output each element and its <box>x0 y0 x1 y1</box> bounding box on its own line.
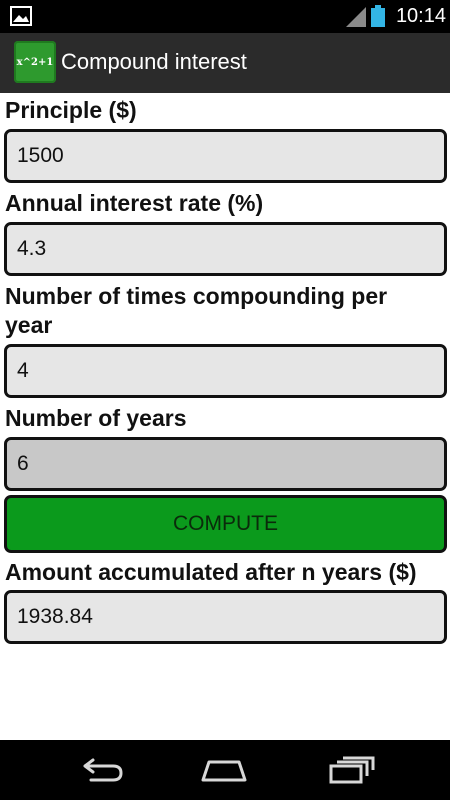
gallery-icon <box>10 6 32 26</box>
app-icon-text: x^2+1 <box>16 56 54 68</box>
recent-apps-icon[interactable] <box>327 754 377 786</box>
battery-icon <box>371 5 385 27</box>
rate-label: Annual interest rate (%) <box>5 190 264 216</box>
rate-input[interactable] <box>7 225 444 273</box>
years-label: Number of years <box>5 405 187 431</box>
times-field[interactable] <box>4 344 447 398</box>
times-input[interactable] <box>7 347 444 395</box>
times-label-line1: Number of times compounding per <box>5 283 388 309</box>
principle-label: Principle ($) <box>5 97 137 123</box>
home-icon[interactable] <box>199 754 249 786</box>
result-field[interactable] <box>4 590 447 644</box>
years-field[interactable] <box>4 437 447 491</box>
app-title: Compound interest <box>61 49 247 74</box>
status-clock: 10:14 <box>395 5 446 27</box>
times-label-line2: year <box>5 312 53 338</box>
app-icon[interactable]: x^2+1 <box>14 41 56 83</box>
rate-field[interactable] <box>4 222 447 276</box>
result-label: Amount accumulated after n years ($) <box>5 559 417 585</box>
result-input[interactable] <box>7 593 444 641</box>
years-input[interactable] <box>7 440 444 488</box>
action-bar: x^2+1 Compound interest <box>0 33 450 93</box>
back-icon[interactable] <box>77 754 127 786</box>
compute-button[interactable]: COMPUTE <box>4 495 447 553</box>
principle-field[interactable] <box>4 129 447 183</box>
signal-icon <box>346 7 366 27</box>
principle-input[interactable] <box>7 132 444 180</box>
navigation-bar <box>0 740 450 800</box>
status-bar: 10:14 <box>0 0 450 33</box>
